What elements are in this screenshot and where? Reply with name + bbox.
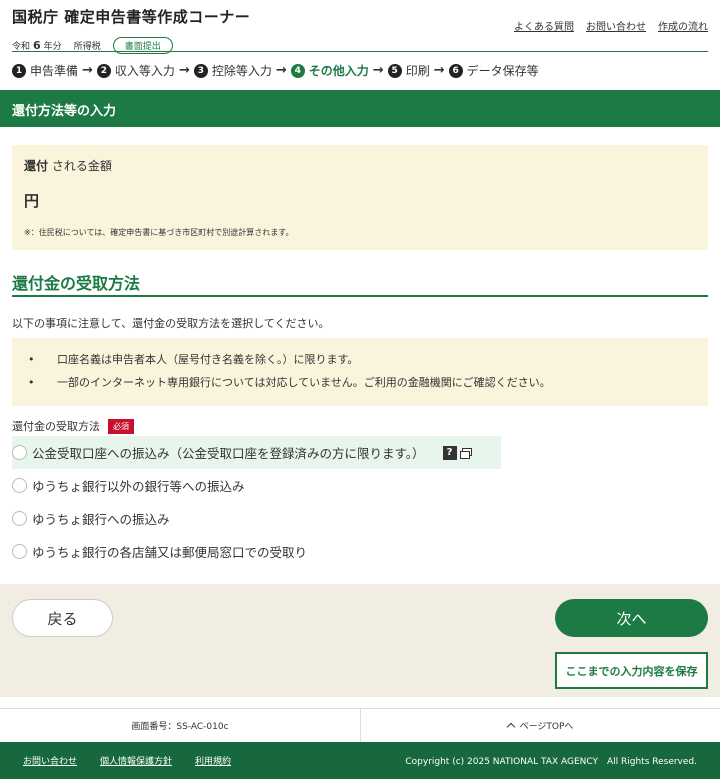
step-number: 6	[448, 63, 463, 78]
header-links: よくある質問 お問い合わせ 作成の流れ	[514, 18, 708, 33]
instruction-text: 以下の事項に注意して、還付金の受取方法を選択してください。	[12, 317, 330, 330]
screen-info-bar: 画面番号：SS-AC-010c ページTOPへ	[0, 708, 720, 742]
flow-link[interactable]: 作成の流れ	[658, 18, 708, 33]
step-label: その他入力	[308, 64, 369, 78]
step-arrow-icon: →	[178, 63, 190, 78]
refund-title-bold: 還付	[24, 159, 49, 173]
refund-method-heading: 還付金の受取方法	[12, 270, 708, 297]
page-footer: お問い合わせ 個人情報保護方針 利用規約 Copyright (c) 2025 …	[0, 742, 720, 779]
step-number: 2	[96, 63, 111, 78]
refund-title: 還付 される金額	[24, 157, 696, 174]
next-button[interactable]: 次へ	[555, 599, 708, 637]
required-badge: 必須	[108, 418, 134, 434]
step-number: 3	[193, 63, 208, 78]
step-4-current: 4 その他入力	[290, 62, 369, 79]
help-icon[interactable]: ?	[442, 445, 457, 460]
action-area: 戻る 次へ ここまでの入力内容を保存	[0, 584, 720, 697]
page-top-label: ページTOPへ	[519, 722, 574, 732]
save-progress-button[interactable]: ここまでの入力内容を保存	[555, 652, 708, 689]
step-number: 5	[387, 63, 402, 78]
step-label: 申告準備	[30, 64, 79, 78]
radio-button[interactable]	[12, 511, 27, 526]
step-3: 3 控除等入力	[193, 62, 272, 79]
option-label: 公金受取口座への振込み（公金受取口座を登録済みの方に限ります。）	[32, 446, 425, 461]
field-label-text: 還付金の受取方法	[12, 420, 100, 433]
option-yucho-transfer[interactable]: ゆうちょ銀行への振込み	[12, 502, 708, 535]
step-5: 5 印刷	[387, 62, 430, 79]
screen-id: 画面番号：SS-AC-010c	[131, 722, 229, 732]
step-label: 控除等入力	[211, 64, 272, 78]
footer-privacy-link[interactable]: 個人情報保護方針	[100, 754, 172, 767]
notice-item: 口座名義は申告者本人（屋号付き名義を除く。）に限ります。	[28, 348, 708, 371]
step-arrow-icon: →	[433, 63, 445, 78]
header-divider	[12, 51, 708, 52]
contact-link[interactable]: お問い合わせ	[586, 18, 646, 33]
option-label: ゆうちょ銀行への振込み	[32, 512, 170, 527]
step-arrow-icon: →	[372, 63, 384, 78]
option-label: ゆうちょ銀行の各店舗又は郵便局窓口での受取り	[32, 545, 308, 560]
footer-contact-link[interactable]: お問い合わせ	[23, 754, 77, 767]
notice-box: 口座名義は申告者本人（屋号付き名義を除く。）に限ります。 一部のインターネット専…	[12, 338, 708, 406]
page-header: 国税庁 確定申告書等作成コーナー 令和 6 年分 所得税 書面提出 よくある質問…	[0, 0, 720, 90]
back-button[interactable]: 戻る	[12, 599, 113, 637]
step-6: 6 データ保存等	[448, 62, 539, 79]
external-window-icon[interactable]	[459, 447, 472, 459]
step-1: 1 申告準備	[12, 62, 78, 79]
step-arrow-icon: →	[82, 63, 93, 78]
section-title: 還付方法等の入力	[0, 90, 720, 127]
footer-terms-link[interactable]: 利用規約	[195, 754, 231, 767]
refund-title-rest: される金額	[48, 159, 112, 173]
step-label: 印刷	[405, 64, 430, 78]
step-label: 収入等入力	[114, 64, 175, 78]
option-public-account[interactable]: 公金受取口座への振込み（公金受取口座を登録済みの方に限ります。） ?	[12, 436, 501, 469]
option-post-office-pickup[interactable]: ゆうちょ銀行の各店舗又は郵便局窓口での受取り	[12, 535, 708, 568]
step-2: 2 収入等入力	[96, 62, 175, 79]
refund-method-radio-group: 公金受取口座への振込み（公金受取口座を登録済みの方に限ります。） ? ゆうちょ銀…	[12, 436, 708, 568]
option-other-bank[interactable]: ゆうちょ銀行以外の銀行等への振込み	[12, 469, 708, 502]
radio-button[interactable]	[12, 544, 27, 559]
option-label: ゆうちょ銀行以外の銀行等への振込み	[32, 479, 245, 494]
page-top-link[interactable]: ページTOPへ	[360, 709, 720, 742]
refund-amount-box: 還付 される金額 円 ※：住民税については、確定申告書に基づき市区町村で別途計算…	[12, 145, 708, 250]
chevron-up-icon	[506, 722, 515, 732]
step-progress: 1 申告準備 → 2 収入等入力 → 3 控除等入力 → 4 その他入力 → 5 印刷 →…	[12, 62, 539, 79]
step-number: 4	[290, 63, 305, 78]
step-label: データ保存等	[466, 64, 539, 78]
notice-item: 一部のインターネット専用銀行については対応していません。ご利用の金融機関にご確認…	[28, 371, 708, 394]
refund-note: ※：住民税については、確定申告書に基づき市区町村で別途計算されます。	[24, 228, 294, 237]
step-arrow-icon: →	[275, 63, 287, 78]
step-number: 1	[12, 63, 26, 78]
refund-amount: 円	[24, 192, 40, 210]
field-label: 還付金の受取方法 必須	[12, 418, 134, 434]
faq-link[interactable]: よくある質問	[514, 18, 574, 33]
radio-button[interactable]	[12, 478, 27, 493]
copyright: Copyright (c) 2025 NATIONAL TAX AGENCY A…	[405, 757, 697, 767]
radio-button[interactable]	[12, 445, 27, 460]
